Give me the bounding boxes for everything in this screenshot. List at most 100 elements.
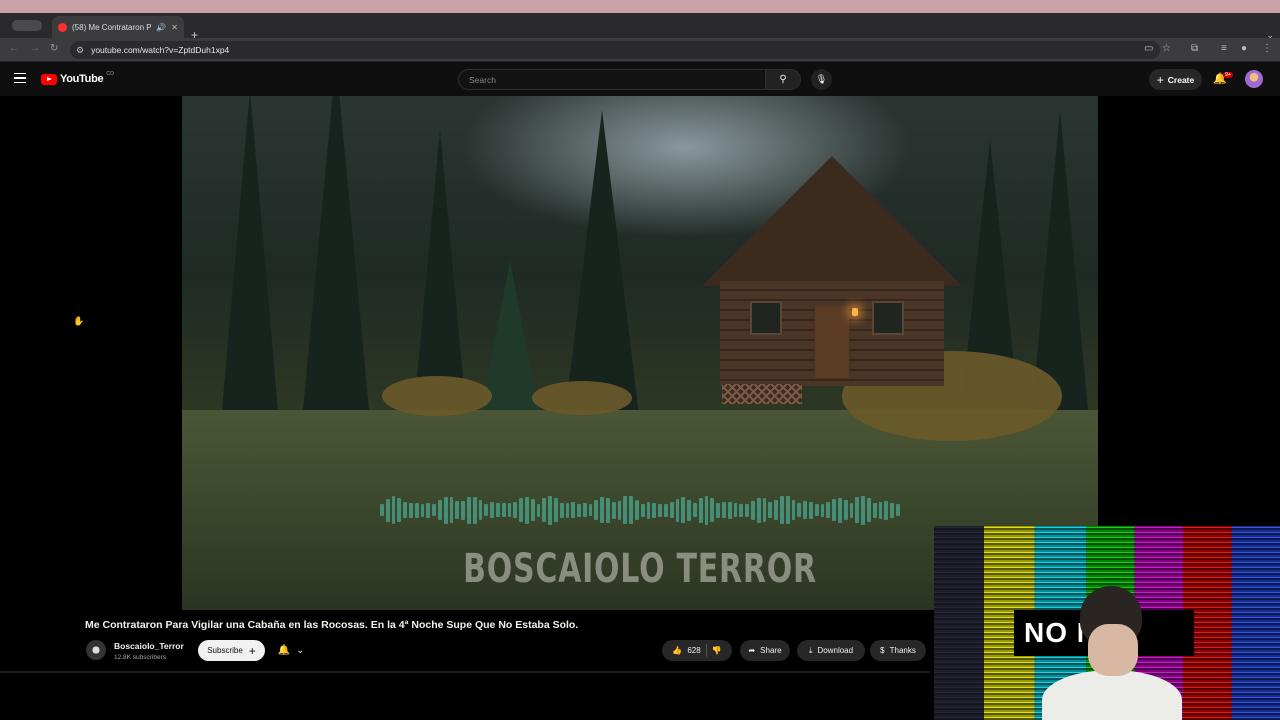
- download-button[interactable]: ⤓ Download: [797, 640, 865, 661]
- browser-menu-icon[interactable]: ⋮: [1262, 43, 1272, 54]
- visualizer-bar: [878, 501, 883, 519]
- thanks-button[interactable]: $ Thanks: [870, 640, 926, 661]
- visualizer-bar: [762, 498, 767, 522]
- visualizer-bar: [658, 503, 663, 517]
- search-button[interactable]: ⚲: [765, 69, 801, 90]
- visualizer-bar: [455, 501, 460, 519]
- back-icon[interactable]: ←: [9, 43, 19, 54]
- youtube-logo[interactable]: YouTube CO: [41, 71, 114, 85]
- address-bar[interactable]: ⚙ youtube.com/watch?v=ZptdDuh1xp4: [70, 41, 1160, 59]
- webcam-overlay: NO NAL: [934, 526, 1280, 720]
- share-button[interactable]: ➦ Share: [740, 640, 790, 661]
- visualizer-bar: [629, 496, 634, 524]
- visualizer-bar: [768, 502, 773, 518]
- thumbs-down-icon[interactable]: 👎: [712, 646, 722, 655]
- channel-name[interactable]: Boscaiolo_Terror: [114, 641, 184, 651]
- extensions-icon[interactable]: ⧉: [1191, 43, 1198, 54]
- notification-settings-button[interactable]: 🔔 ⌄: [272, 640, 310, 661]
- visualizer-bar: [791, 500, 796, 520]
- create-button[interactable]: + Create: [1149, 69, 1202, 90]
- visualizer-bar: [565, 502, 570, 518]
- like-button[interactable]: 👍 628: [672, 646, 700, 655]
- visualizer-bar: [675, 498, 680, 522]
- browser-tab-active[interactable]: (58) Me Contrataron Para 🔊 ✕: [52, 16, 184, 38]
- visualizer-bar: [681, 497, 686, 523]
- shrub: [532, 381, 632, 415]
- speaker-icon[interactable]: 🔊: [156, 23, 166, 32]
- like-dislike-group: 👍 628 👎: [662, 640, 732, 661]
- streamer-shirt: [1042, 670, 1182, 720]
- close-tab-icon[interactable]: ✕: [171, 23, 178, 32]
- browser-toolbar: ← → ↻ ⚙ youtube.com/watch?v=ZptdDuh1xp4 …: [0, 38, 1280, 62]
- visualizer-bar: [397, 498, 402, 522]
- search-input[interactable]: Search: [458, 69, 766, 90]
- account-avatar[interactable]: [1245, 70, 1263, 88]
- menu-hamburger-icon[interactable]: [14, 73, 26, 83]
- visualizer-bar: [484, 504, 489, 516]
- tab-search-icon[interactable]: ≡: [1221, 43, 1227, 54]
- subscriber-count: 12.8K subscribers: [114, 654, 167, 661]
- visualizer-bar: [530, 499, 535, 521]
- video-title: Me Contrataron Para Vigilar una Cabaña e…: [85, 619, 579, 631]
- visualizer-bar: [652, 502, 657, 518]
- tree-silhouette: [1032, 110, 1088, 410]
- visualizer-bar: [617, 500, 622, 520]
- audio-visualizer: [380, 492, 900, 528]
- visualizer-bar: [536, 503, 541, 517]
- visualizer-bar: [774, 500, 778, 520]
- visualizer-bar: [611, 501, 616, 519]
- channel-avatar[interactable]: [86, 640, 106, 660]
- notification-badge: 9+: [1223, 72, 1234, 78]
- visualizer-bar: [553, 498, 558, 522]
- visualizer-bar: [443, 496, 448, 524]
- thumbs-up-icon: 👍: [672, 646, 683, 655]
- site-info-icon[interactable]: ⚙: [76, 45, 84, 56]
- url-text[interactable]: youtube.com/watch?v=ZptdDuh1xp4: [91, 45, 229, 55]
- like-divider: [705, 644, 707, 657]
- browser-tab-strip: (58) Me Contrataron Para 🔊 ✕ + ⌄: [0, 13, 1280, 42]
- visualizer-bar: [391, 496, 396, 524]
- visualizer-bar: [495, 503, 500, 517]
- visualizer-bar: [623, 496, 628, 524]
- visualizer-bar: [890, 502, 894, 518]
- visualizer-bar: [664, 503, 668, 517]
- voice-search-mic-icon[interactable]: 🎙: [811, 69, 832, 90]
- visualizer-bar: [461, 500, 465, 520]
- channel-watermark: BOSCAIOLO TERROR: [463, 546, 817, 592]
- visualizer-bar: [582, 503, 587, 517]
- plus-icon: +: [1156, 72, 1164, 87]
- visualizer-bar: [635, 500, 639, 520]
- tree-silhouette: [222, 96, 278, 410]
- visualizer-bar: [716, 502, 721, 518]
- visualizer-bar: [600, 497, 605, 523]
- forward-icon[interactable]: →: [30, 43, 40, 54]
- visualizer-bar: [524, 496, 529, 524]
- visualizer-bar: [739, 503, 744, 517]
- visualizer-bar: [466, 496, 471, 524]
- tree-silhouette: [482, 260, 538, 410]
- visualizer-bar: [559, 502, 564, 518]
- cast-icon[interactable]: ▭: [1144, 43, 1153, 54]
- visualizer-bar: [693, 503, 697, 517]
- share-icon: ➦: [748, 646, 756, 655]
- visualizer-bar: [437, 500, 442, 520]
- subscribe-label: Subscribe: [207, 646, 243, 655]
- visualizer-bar: [710, 498, 715, 522]
- visualizer-bar: [756, 497, 761, 523]
- tab-group-pill[interactable]: [12, 20, 42, 31]
- visualizer-bar: [420, 503, 425, 517]
- download-icon: ⤓: [808, 645, 813, 655]
- visualizer-bar: [507, 503, 512, 517]
- cabin-lattice: [722, 384, 802, 404]
- log-cabin: [702, 156, 962, 416]
- bookmark-star-icon[interactable]: ☆: [1162, 43, 1171, 54]
- visualizer-bar: [449, 497, 454, 523]
- streamer-person: [1042, 586, 1182, 720]
- visualizer-bar: [745, 503, 749, 517]
- cabin-window: [872, 301, 904, 335]
- subscribe-button[interactable]: Subscribe +: [198, 640, 265, 661]
- profile-icon[interactable]: ●: [1241, 43, 1247, 54]
- visualizer-bar: [403, 502, 407, 518]
- reload-icon[interactable]: ↻: [50, 43, 58, 54]
- visualizer-bar: [490, 502, 494, 518]
